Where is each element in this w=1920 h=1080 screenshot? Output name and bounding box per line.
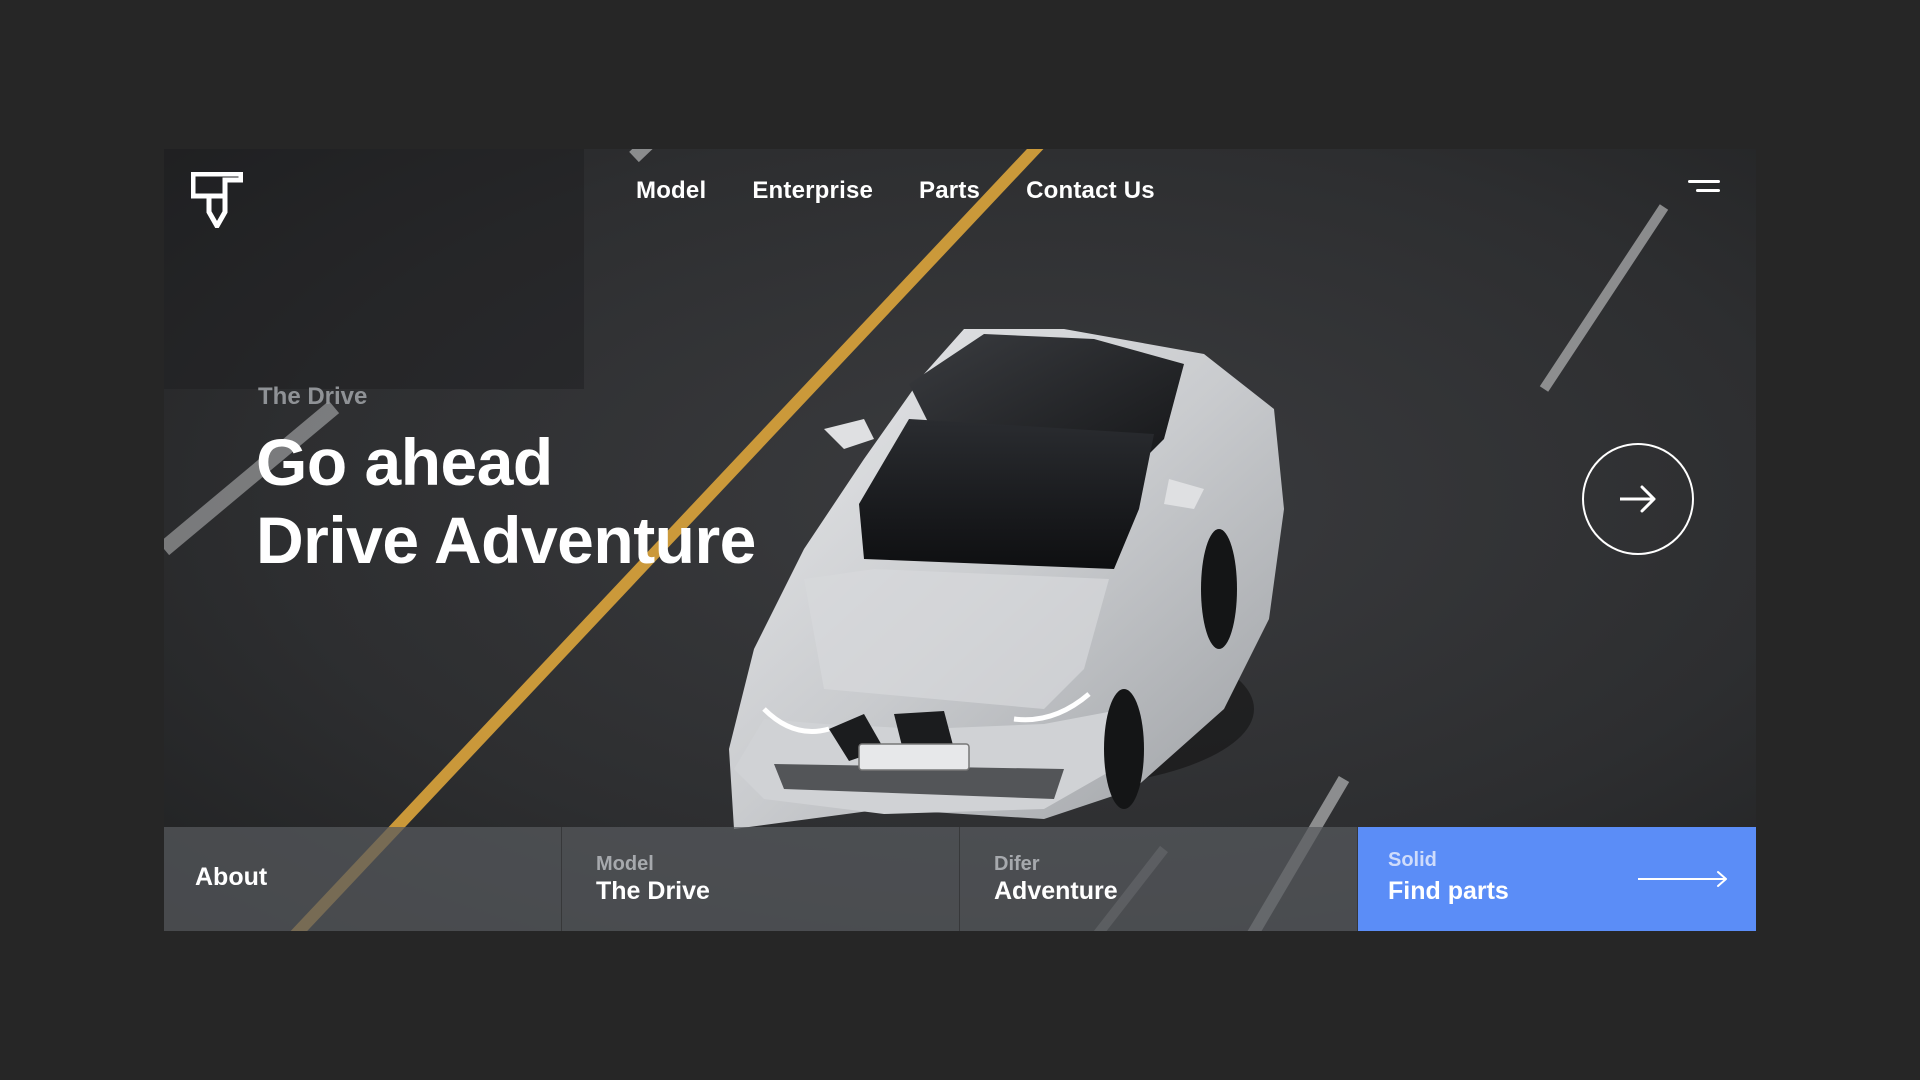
hero-headline-line2: Drive Adventure xyxy=(256,503,756,577)
tile-parts-caption: Solid xyxy=(1388,849,1437,871)
bottom-tile-bar: About Model The Drive Difer Adventure So… xyxy=(164,827,1756,931)
hero-headline-line1: Go ahead xyxy=(256,425,553,499)
nav-item-enterprise[interactable]: Enterprise xyxy=(752,171,873,211)
tile-about[interactable]: About xyxy=(164,827,562,931)
hero-eyebrow: The Drive xyxy=(258,383,368,410)
nav-items: Model Enterprise Parts Contact Us xyxy=(636,171,1155,211)
tile-difer-caption: Difer xyxy=(994,853,1040,875)
next-slide-button[interactable] xyxy=(1582,443,1694,555)
hero-frame: Model Enterprise Parts Contact Us The Dr… xyxy=(164,149,1756,931)
tile-difer-title: Adventure xyxy=(994,877,1118,905)
long-arrow-right-icon xyxy=(1638,871,1727,887)
tile-model-caption: Model xyxy=(596,853,654,875)
nav-item-parts[interactable]: Parts xyxy=(919,171,980,211)
tile-about-label: About xyxy=(195,863,268,891)
nav-item-model[interactable]: Model xyxy=(636,171,706,211)
tile-difer[interactable]: Difer Adventure xyxy=(960,827,1358,931)
tile-model[interactable]: Model The Drive xyxy=(562,827,960,931)
arrow-right-icon xyxy=(1620,485,1656,513)
nav-item-contact-us[interactable]: Contact Us xyxy=(1026,171,1155,211)
tile-parts-title: Find parts xyxy=(1388,877,1509,905)
hero-headline: Go ahead Drive Adventure xyxy=(256,423,756,579)
tile-model-title: The Drive xyxy=(596,877,710,905)
tile-find-parts[interactable]: Solid Find parts xyxy=(1358,827,1756,931)
main-nav: Model Enterprise Parts Contact Us xyxy=(164,171,1756,211)
hamburger-menu-icon[interactable] xyxy=(1684,176,1720,196)
